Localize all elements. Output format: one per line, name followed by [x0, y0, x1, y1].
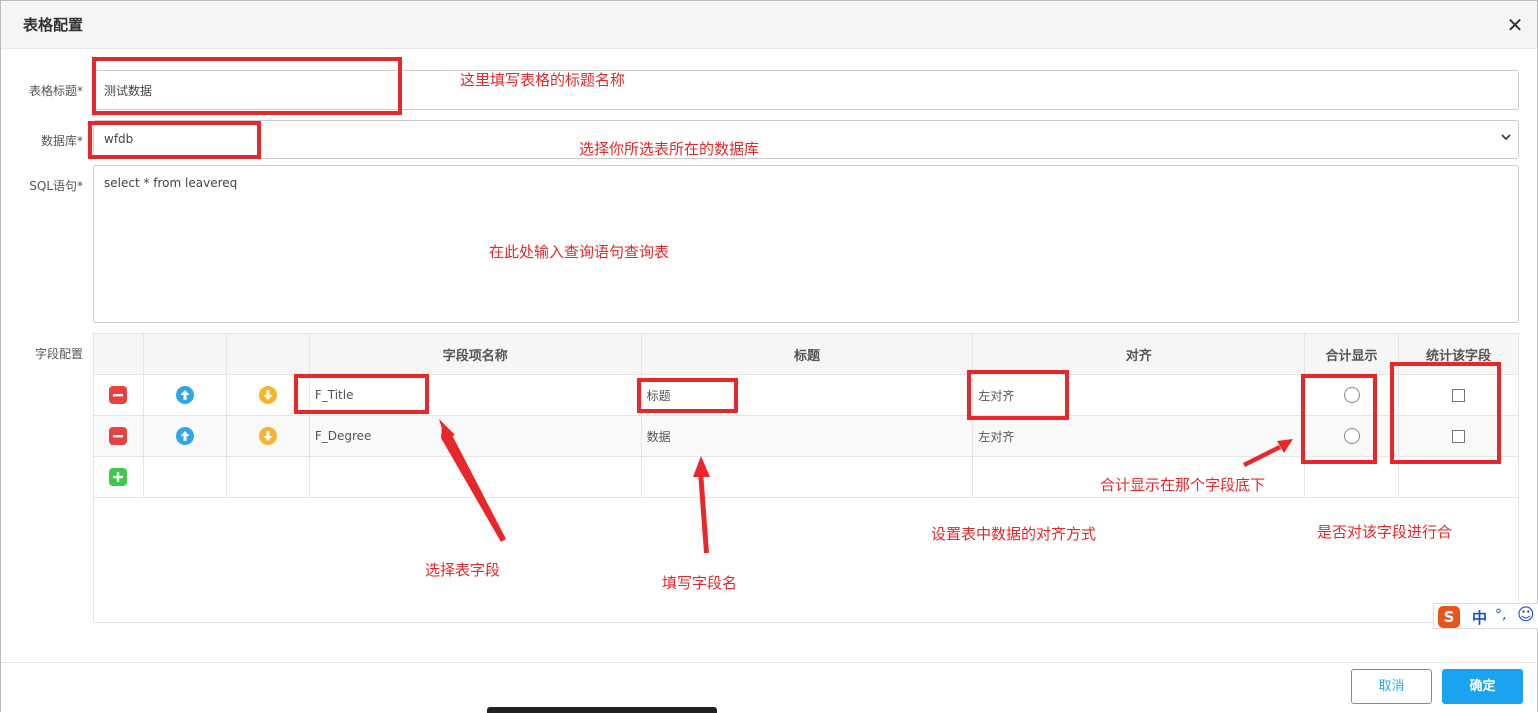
ime-lang-indicator[interactable]: 中 [1472, 607, 1487, 628]
annotation-arrows [439, 419, 1293, 553]
table-config-dialog: 表格配置 ✕ 表格标题* 数据库* wfdb SQL语句* select * f… [0, 0, 1538, 713]
sogou-logo-icon: S [1438, 606, 1460, 628]
emoji-icon[interactable]: ☺ [1517, 605, 1535, 625]
ime-toolbar: S 中 °, ☺ [1433, 603, 1538, 629]
confirm-button[interactable]: 确定 [1442, 669, 1523, 704]
cancel-button[interactable]: 取消 [1351, 669, 1432, 704]
dialog-footer [1, 662, 1537, 713]
taskbar-edge [487, 707, 717, 713]
ime-punct-indicator[interactable]: °, [1495, 607, 1506, 623]
